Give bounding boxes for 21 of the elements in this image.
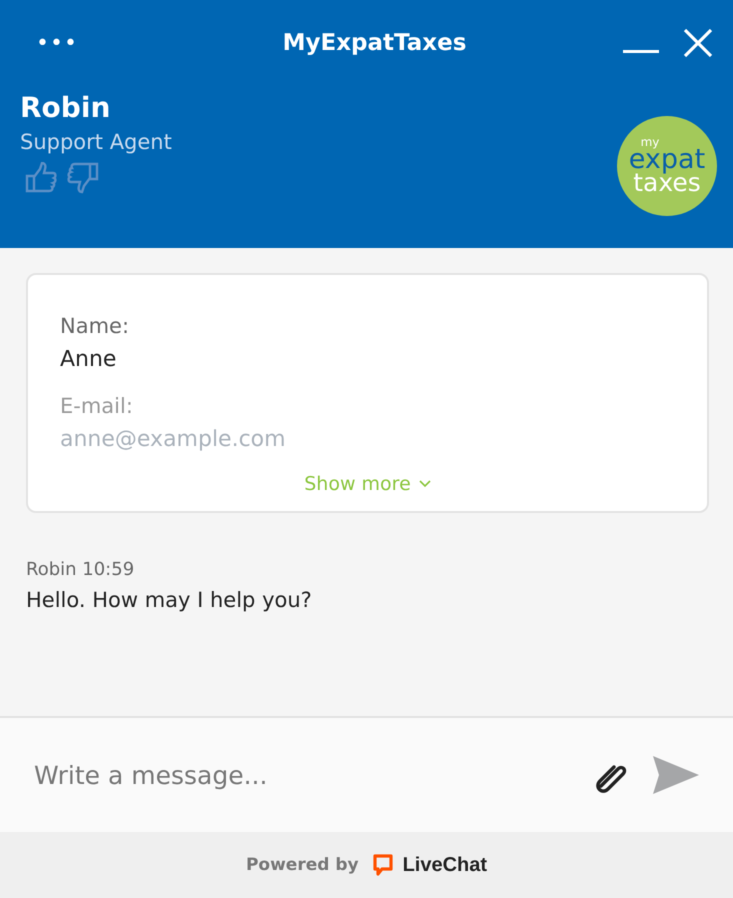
agent-role: Support Agent [20,129,172,156]
close-button[interactable] [683,28,713,58]
minimize-icon [623,50,659,53]
agent-name: Robin [20,90,112,126]
chevron-down-icon [418,480,431,488]
company-logo: my expat taxes [617,116,717,216]
field-label: E-mail: [60,393,134,420]
window-title: MyExpatTaxes [282,30,466,56]
chat-bubble-icon [370,853,395,877]
menu-button[interactable]: ••• [36,30,78,56]
field-value: anne@example.com [60,426,287,454]
field-value: Anne [60,346,118,374]
message-meta: Robin 10:59 [26,558,136,582]
brand-name: LiveChat [402,854,488,876]
close-icon [683,28,713,58]
message-input[interactable]: Write a message... [32,760,567,790]
thumbs-down-button[interactable] [66,162,100,194]
field-label: Name: [60,313,130,340]
thumbs-up-button[interactable] [24,162,58,194]
message-text: Hello. How may I help you? [26,587,313,614]
powered-by-text: Powered by [246,855,359,875]
